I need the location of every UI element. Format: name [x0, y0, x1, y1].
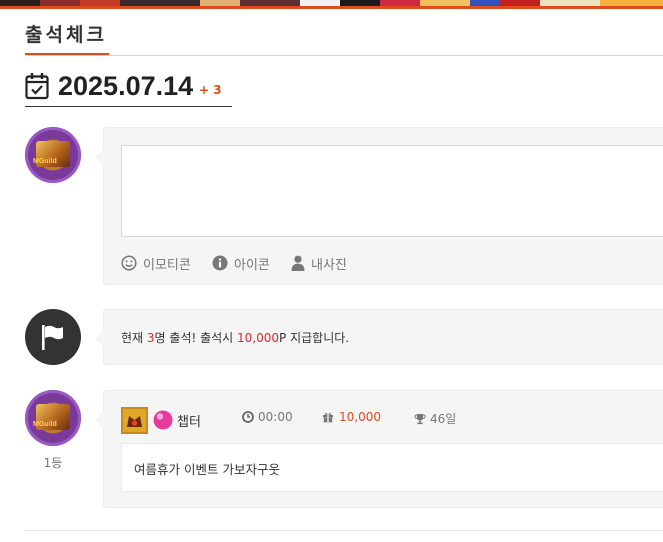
smiley-icon [121, 255, 137, 271]
entry-days: 46일 [414, 410, 456, 427]
my-photo-button[interactable]: 내사진 [291, 252, 347, 274]
entry-points: 10,000 [322, 410, 381, 424]
list-divider [25, 530, 663, 531]
date-header: 2025.07.14 + 3 [25, 70, 232, 107]
clock-icon [242, 411, 254, 423]
emoticon-button[interactable]: 이모티콘 [121, 252, 191, 274]
points-text: 10,000 [339, 410, 381, 424]
entry-nickname[interactable]: 챕터 [153, 410, 201, 430]
nickname-text: 챕터 [177, 414, 201, 430]
flag-icon [42, 325, 63, 350]
entry-message-box: 여름휴가 이벤트 가보자구웃 [121, 443, 663, 492]
notice-suffix: P 지급합니다. [279, 331, 350, 345]
top-banner-strip [0, 0, 663, 10]
banner-accent-line [0, 6, 663, 9]
notice-flag-badge [25, 309, 81, 365]
gift-icon [323, 413, 333, 423]
page-header: 출석체크 [25, 20, 663, 56]
person-icon [291, 255, 305, 271]
pink-orb-icon [153, 410, 173, 430]
entry-rank: 1등 [43, 456, 63, 470]
trophy-icon [414, 413, 426, 424]
notice-text: 현재 3명 출석! 출석시 10,000P 지급합니다. [121, 329, 349, 346]
attendance-notice: 현재 3명 출석! 출석시 10,000P 지급합니다. [95, 309, 663, 365]
title-underline [25, 53, 109, 55]
notice-middle: 명 출석! 출석시 [154, 331, 238, 345]
page-title: 출석체크 [25, 24, 107, 46]
my-photo-label: 내사진 [311, 257, 347, 273]
entry-info-row: 챕터 00:00 10,000 46일 [121, 407, 663, 434]
emoticon-label: 이모티콘 [143, 257, 191, 273]
info-icon [212, 255, 228, 271]
calendar-check-icon [25, 73, 49, 100]
icon-label: 아이콘 [234, 257, 270, 273]
entry-avatar[interactable]: MGuild [25, 390, 81, 446]
attendee-count: 3 [146, 331, 155, 345]
level-badge-icon [121, 407, 148, 434]
entry-time: 00:00 [242, 410, 293, 424]
entry-message: 여름휴가 이벤트 가보자구웃 [134, 462, 280, 477]
avatar-emblem-text: MGuild [33, 158, 57, 165]
attendance-entry: 챕터 00:00 10,000 46일 여름휴가 이벤트 가보자구웃 [95, 390, 663, 508]
comment-form: 이모티콘 아이콘 내사진 [95, 127, 663, 285]
notice-prefix: 현재 [121, 331, 147, 345]
days-text: 46일 [430, 412, 457, 426]
my-avatar: MGuild [25, 127, 81, 183]
icon-button[interactable]: 아이콘 [212, 252, 270, 274]
attendance-comment-input[interactable] [121, 145, 663, 237]
attendance-count-badge: + 3 [199, 83, 222, 97]
current-date: 2025.07.14 [58, 71, 194, 101]
reward-points: 10,000 [237, 331, 280, 345]
user-level-icon [121, 407, 148, 434]
avatar-emblem-text: MGuild [33, 421, 57, 428]
time-text: 00:00 [258, 410, 293, 424]
